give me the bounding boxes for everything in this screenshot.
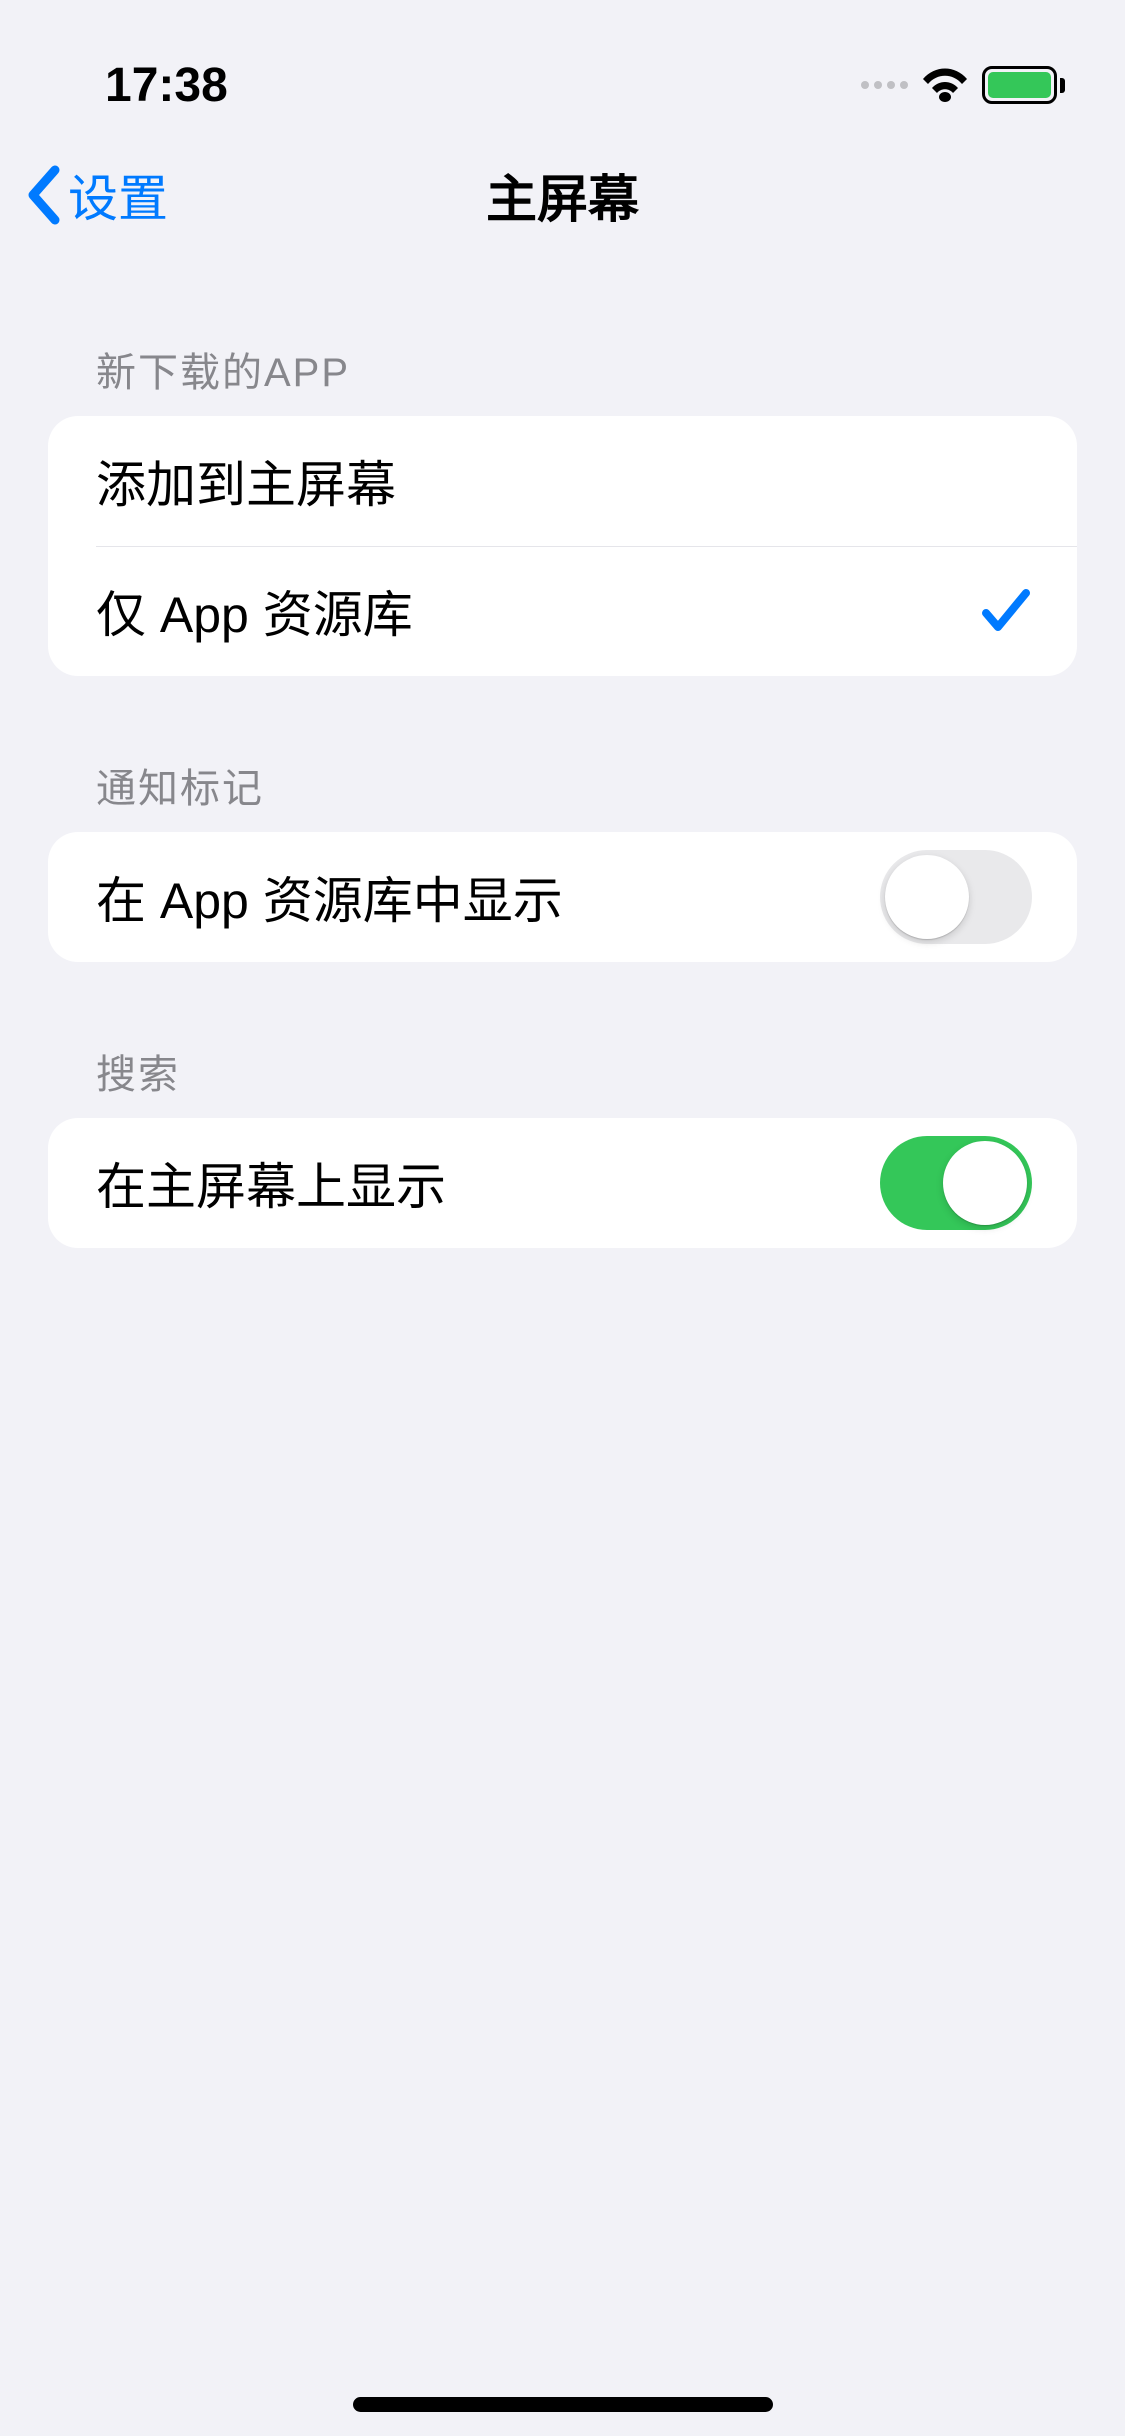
wifi-icon [920, 66, 970, 104]
section-header-badges: 通知标记 [48, 676, 1077, 832]
status-time: 17:38 [105, 58, 228, 113]
nav-bar: 设置 主屏幕 [0, 130, 1125, 260]
group-new-apps: 添加到主屏幕 仅 App 资源库 [48, 416, 1077, 676]
row-label: 在主屏幕上显示 [96, 1147, 446, 1219]
option-add-to-home[interactable]: 添加到主屏幕 [48, 416, 1077, 546]
status-bar: 17:38 [0, 0, 1125, 130]
section-header-search: 搜索 [48, 962, 1077, 1118]
switch-show-on-home[interactable] [880, 1136, 1032, 1230]
home-indicator[interactable] [353, 2397, 773, 2412]
group-search: 在主屏幕上显示 [48, 1118, 1077, 1248]
back-label: 设置 [68, 159, 168, 231]
switch-show-in-library[interactable] [880, 850, 1032, 944]
cellular-dots-icon [861, 81, 908, 89]
battery-icon [982, 66, 1065, 104]
group-badges: 在 App 资源库中显示 [48, 832, 1077, 962]
section-header-new-apps: 新下载的APP [48, 260, 1077, 416]
row-show-on-home: 在主屏幕上显示 [48, 1118, 1077, 1248]
status-icons [861, 66, 1065, 104]
row-show-in-library: 在 App 资源库中显示 [48, 832, 1077, 962]
option-label: 添加到主屏幕 [96, 445, 396, 517]
option-app-library-only[interactable]: 仅 App 资源库 [48, 546, 1077, 676]
page-title: 主屏幕 [486, 158, 639, 232]
option-label: 仅 App 资源库 [96, 575, 413, 647]
back-button[interactable]: 设置 [0, 159, 168, 231]
row-label: 在 App 资源库中显示 [96, 861, 563, 933]
checkmark-icon [980, 587, 1032, 635]
chevron-left-icon [25, 164, 63, 226]
